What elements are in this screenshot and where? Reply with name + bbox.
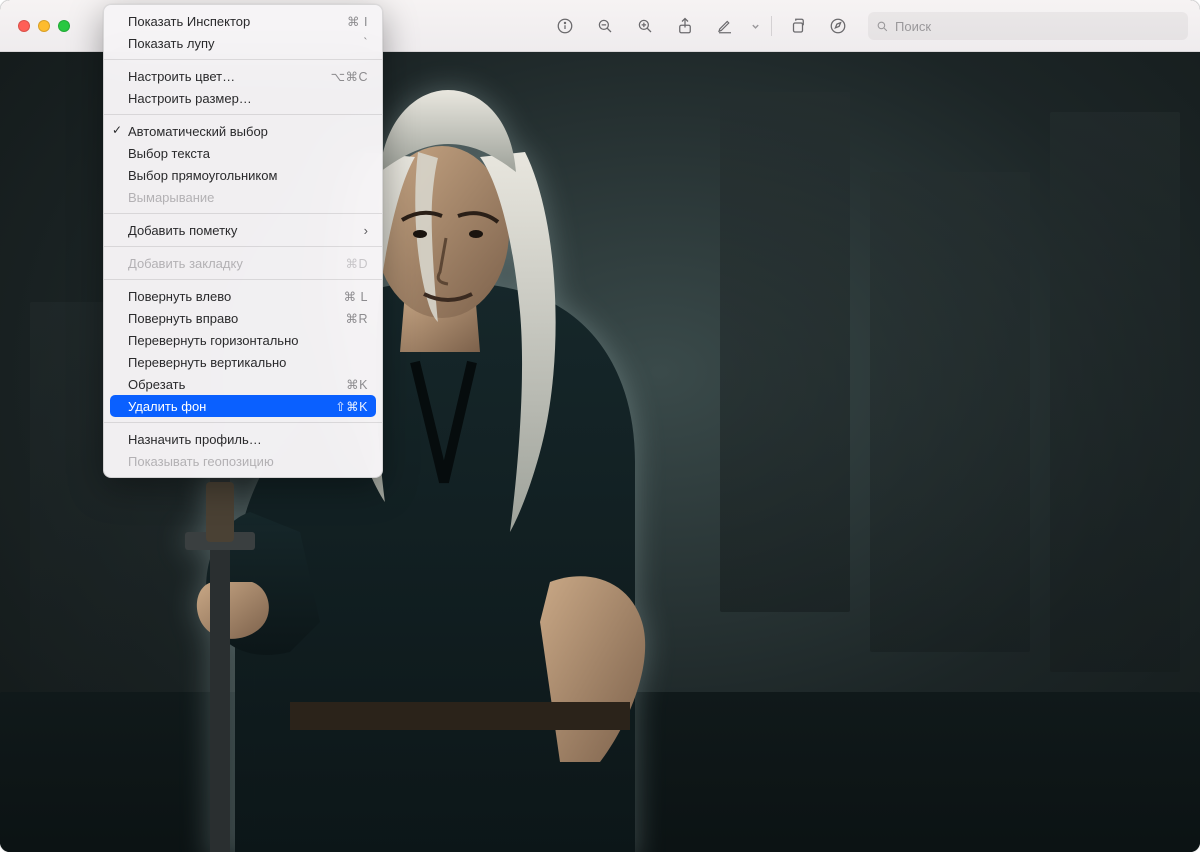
- menu-item-label: Повернуть вправо: [128, 311, 345, 326]
- zoom-window-button[interactable]: [58, 20, 70, 32]
- menu-item[interactable]: Настроить размер…: [104, 87, 382, 109]
- menu-item[interactable]: Показать лупу`: [104, 32, 382, 54]
- menu-item[interactable]: Повернуть вправо⌘R: [104, 307, 382, 329]
- menu-item: Вымарывание: [104, 186, 382, 208]
- minimize-window-button[interactable]: [38, 20, 50, 32]
- menu-item[interactable]: Перевернуть вертикально: [104, 351, 382, 373]
- menu-item-label: Настроить размер…: [128, 91, 368, 106]
- menu-item-label: Удалить фон: [128, 399, 335, 414]
- menu-item[interactable]: Перевернуть горизонтально: [104, 329, 382, 351]
- menu-item-label: Повернуть влево: [128, 289, 344, 304]
- menu-item-label: Выбор прямоугольником: [128, 168, 368, 183]
- menu-item[interactable]: Выбор прямоугольником: [104, 164, 382, 186]
- toolbar-divider: [771, 16, 772, 36]
- menu-item-label: Вымарывание: [128, 190, 368, 205]
- zoom-out-button[interactable]: [587, 11, 623, 41]
- toolbar: Поиск: [547, 0, 1188, 52]
- menu-item-label: Выбор текста: [128, 146, 368, 161]
- menu-item-shortcut: `: [363, 36, 368, 50]
- menu-item-label: Показать лупу: [128, 36, 363, 51]
- search-placeholder: Поиск: [895, 19, 931, 34]
- menu-item-label: Перевернуть вертикально: [128, 355, 368, 370]
- tools-context-menu[interactable]: Показать Инспектор⌘ IПоказать лупу`Настр…: [103, 4, 383, 478]
- menu-separator: [104, 246, 382, 247]
- menu-item-label: Перевернуть горизонтально: [128, 333, 368, 348]
- menu-item[interactable]: Настроить цвет…⌥⌘C: [104, 65, 382, 87]
- zoom-in-button[interactable]: [627, 11, 663, 41]
- menu-separator: [104, 279, 382, 280]
- menu-item-label: Добавить закладку: [128, 256, 345, 271]
- menu-item-label: Показывать геопозицию: [128, 454, 368, 469]
- menu-item: Показывать геопозицию: [104, 450, 382, 472]
- menu-item-shortcut: ⌥⌘C: [331, 69, 368, 84]
- menu-item[interactable]: Удалить фон⇧⌘K: [110, 395, 376, 417]
- menu-separator: [104, 114, 382, 115]
- menu-item[interactable]: Повернуть влево⌘ L: [104, 285, 382, 307]
- markup-button[interactable]: [707, 11, 743, 41]
- menu-item-shortcut: ⌘D: [345, 256, 368, 271]
- submenu-arrow-icon: ›: [364, 223, 368, 238]
- menu-item-label: Автоматический выбор: [128, 124, 368, 139]
- menu-item-shortcut: ⌘ I: [347, 14, 368, 29]
- menu-item-label: Настроить цвет…: [128, 69, 331, 84]
- menu-item[interactable]: Обрезать⌘K: [104, 373, 382, 395]
- menu-item-label: Добавить пометку: [128, 223, 364, 238]
- menu-item[interactable]: Добавить пометку›: [104, 219, 382, 241]
- menu-item-shortcut: ⌘ L: [344, 289, 368, 304]
- menu-item-label: Назначить профиль…: [128, 432, 368, 447]
- edit-button[interactable]: [820, 11, 856, 41]
- markup-menu-chevron-icon[interactable]: [747, 22, 763, 31]
- menu-item[interactable]: ✓ Автоматический выбор: [104, 120, 382, 142]
- menu-separator: [104, 422, 382, 423]
- menu-item[interactable]: Выбор текста: [104, 142, 382, 164]
- search-field[interactable]: Поиск: [868, 12, 1188, 40]
- share-button[interactable]: [667, 11, 703, 41]
- menu-item: Добавить закладку⌘D: [104, 252, 382, 274]
- menu-item[interactable]: Показать Инспектор⌘ I: [104, 10, 382, 32]
- checkmark-icon: ✓: [112, 123, 122, 137]
- rotate-button[interactable]: [780, 11, 816, 41]
- menu-item-shortcut: ⌘R: [345, 311, 368, 326]
- menu-item-label: Показать Инспектор: [128, 14, 347, 29]
- menu-item-shortcut: ⌘K: [346, 377, 368, 392]
- close-window-button[interactable]: [18, 20, 30, 32]
- menu-item-label: Обрезать: [128, 377, 346, 392]
- menu-item-shortcut: ⇧⌘K: [335, 399, 368, 414]
- menu-item[interactable]: Назначить профиль…: [104, 428, 382, 450]
- info-button[interactable]: [547, 11, 583, 41]
- window-controls: [18, 20, 70, 32]
- menu-separator: [104, 59, 382, 60]
- preview-window: Поиск: [0, 0, 1200, 852]
- menu-separator: [104, 213, 382, 214]
